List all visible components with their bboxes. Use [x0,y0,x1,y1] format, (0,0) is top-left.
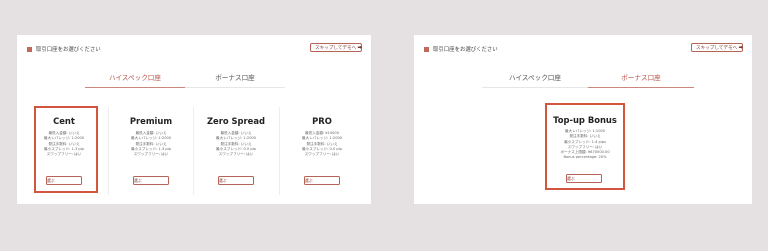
panel-header: 取引口座をお選びください [27,44,101,54]
header-title: 取引口座をお選びください [36,47,101,53]
card-title: Zero Spread [206,116,266,126]
highlight-box [545,103,625,190]
header-title: 取引口座をお選びください [433,47,498,53]
tab-high-spec[interactable]: ハイスペック口座 [85,72,185,88]
panel-header: 取引口座をお選びください [424,44,498,54]
card-divider [279,107,280,195]
account-select-panel-high-spec: 取引口座をお選びください スキップしてデモへ ⮕ ハイスペック口座 ボーナス口座… [17,35,371,204]
card-title: Premium [129,116,173,126]
select-zero-spread-button[interactable]: 選ぶ [218,176,254,185]
card-title: PRO [312,116,332,126]
card-spec-line: スワップフリー: はい [304,152,340,157]
skip-to-demo-button[interactable]: スキップしてデモへ ⮕ [310,43,362,52]
card-spec-line: スワップフリー: はい [218,152,254,157]
card-divider [108,107,109,195]
account-card-pro: PRO 最低入金額: ¥10000 最大レバレッジ: 1:2000 発注手数料:… [281,107,363,157]
highlight-box [34,106,98,193]
header-square-icon [27,46,32,52]
skip-to-demo-button[interactable]: スキップしてデモへ ⮕ [691,43,743,52]
card-divider [193,107,194,195]
select-premium-button[interactable]: 選ぶ [133,176,169,185]
account-card-zero-spread: Zero Spread 最低入金額: いいえ 最大レバレッジ: 1:2000 発… [195,107,277,157]
tab-bonus[interactable]: ボーナス口座 [588,72,694,88]
tab-bonus[interactable]: ボーナス口座 [185,72,285,88]
account-card-premium: Premium 最低入金額: いいえ 最大レバレッジ: 1:2000 発注手数料… [110,107,192,157]
select-pro-button[interactable]: 選ぶ [304,176,340,185]
card-spec-line: スワップフリー: はい [133,152,169,157]
header-square-icon [424,46,429,52]
tab-high-spec[interactable]: ハイスペック口座 [482,72,588,88]
account-select-panel-bonus: 取引口座をお選びください スキップしてデモへ ⮕ ハイスペック口座 ボーナス口座… [414,35,752,204]
